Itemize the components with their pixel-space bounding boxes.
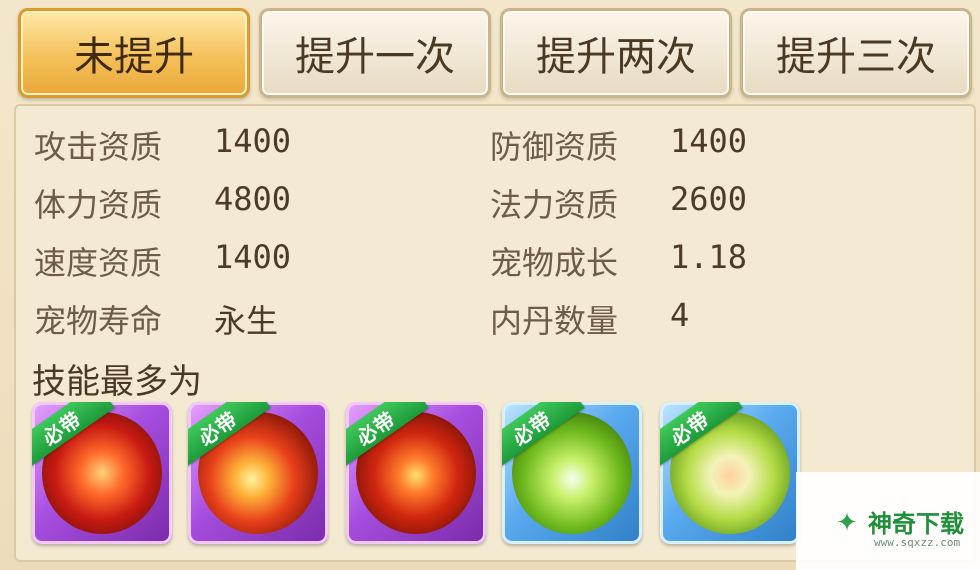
attack-label: 攻击资质: [34, 128, 163, 166]
defense-label: 防御资质: [490, 128, 619, 166]
skill-slot-4[interactable]: 必带: [502, 402, 642, 544]
defense-value: 1400: [670, 122, 748, 160]
pet-info-panel: 未提升 提升一次 提升两次 提升三次 攻击资质 1400 体力资质 4800 速…: [0, 0, 980, 570]
tab-not-upgraded[interactable]: 未提升: [18, 8, 250, 98]
magic-label: 法力资质: [490, 186, 619, 224]
speed-value: 1400: [214, 238, 292, 276]
tab-upgrade-thrice[interactable]: 提升三次: [740, 8, 972, 98]
upgrade-tabs: 未提升 提升一次 提升两次 提升三次: [12, 8, 972, 100]
inner-pills-label: 内丹数量: [490, 302, 619, 340]
stamina-label: 体力资质: [34, 186, 163, 224]
skills-title: 技能最多为: [32, 362, 202, 402]
stamina-value: 4800: [214, 180, 292, 218]
skill-slot-5[interactable]: 必带: [660, 402, 800, 544]
speed-label: 速度资质: [34, 244, 163, 282]
magic-value: 2600: [670, 180, 748, 218]
growth-label: 宠物成长: [490, 244, 619, 282]
lifespan-label: 宠物寿命: [34, 302, 163, 340]
skill-slot-3[interactable]: 必带: [346, 402, 486, 544]
attack-value: 1400: [214, 122, 292, 160]
growth-value: 1.18: [670, 238, 748, 276]
inner-pills-value: 4: [670, 296, 690, 334]
tab-upgrade-twice[interactable]: 提升两次: [500, 8, 732, 98]
watermark-url: www.sqxzz.com: [874, 536, 961, 549]
skill-slot-2[interactable]: 必带: [188, 402, 328, 544]
watermark-logo-icon: ✦: [836, 508, 858, 538]
watermark: ✦ 神奇下载 www.sqxzz.com: [796, 472, 980, 570]
tab-upgrade-once[interactable]: 提升一次: [259, 8, 491, 98]
watermark-title: 神奇下载: [868, 510, 964, 538]
skill-slot-1[interactable]: 必带: [32, 402, 172, 544]
lifespan-value: 永生: [214, 302, 279, 340]
